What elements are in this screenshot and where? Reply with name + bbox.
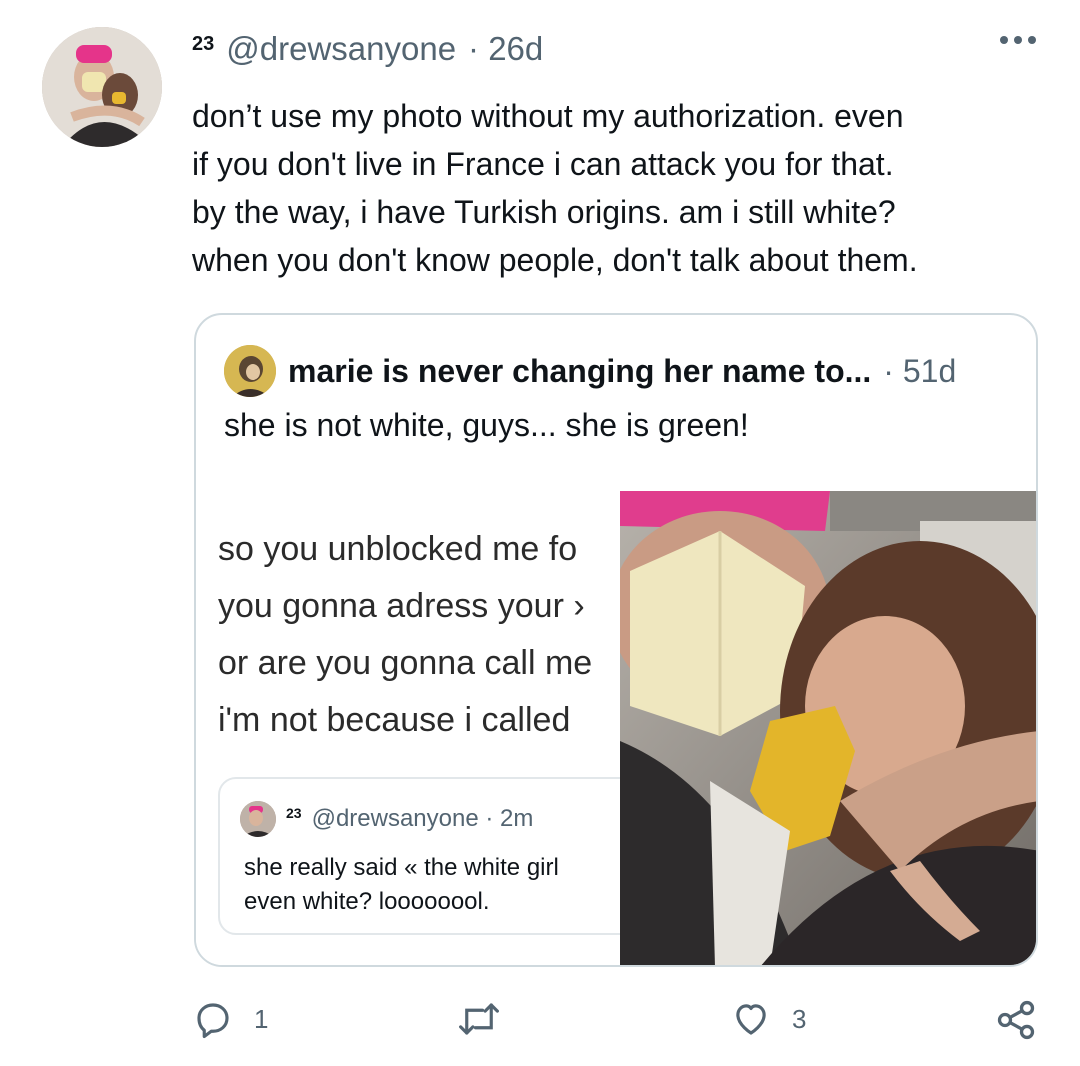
reply-button[interactable]: 1 xyxy=(192,998,268,1040)
inner-tweet-line: she really said « the white girl xyxy=(244,854,559,881)
more-dots-icon xyxy=(1000,36,1008,44)
like-button[interactable]: 3 xyxy=(730,998,806,1040)
tweet-line: when you don't know people, don't talk a… xyxy=(192,242,918,278)
reply-count: 1 xyxy=(254,1003,269,1034)
retweet-icon xyxy=(459,1003,499,1035)
author-handle[interactable]: @drewsanyone xyxy=(226,30,456,68)
quoted-author-avatar[interactable] xyxy=(224,345,276,397)
heart-icon xyxy=(736,1004,766,1035)
inner-tweet-text: she really said « the white girl even wh… xyxy=(244,851,559,919)
quoted-tweet-text: she is not white, guys... she is green! xyxy=(224,407,749,443)
quoted-tweet-header: marie is never changing her name to... ·… xyxy=(224,345,956,397)
quoted-timestamp[interactable]: · 51d xyxy=(883,353,956,390)
screenshot-line: so you unblocked me fo xyxy=(218,530,578,568)
author-badge: 23 xyxy=(192,33,215,55)
tweet-timestamp[interactable]: · 26d xyxy=(468,30,543,68)
inner-tweet-line: even white? loooooool. xyxy=(244,888,490,915)
tweet-text: don’t use my photo without my authorizat… xyxy=(192,92,1042,284)
quoted-author-name[interactable]: marie is never changing her name to... xyxy=(288,353,871,390)
retweet-button[interactable] xyxy=(456,998,522,1040)
tweet-header: 23 @drewsanyone · 26d xyxy=(192,30,543,68)
screenshot-text: so you unblocked me fo you gonna adress … xyxy=(218,521,592,749)
tweet-line: by the way, i have Turkish origins. am i… xyxy=(192,194,896,230)
share-icon xyxy=(997,1000,1035,1040)
screenshot-line: or are you gonna call me xyxy=(218,644,593,682)
more-options-button[interactable] xyxy=(1000,36,1036,44)
tweet-actions: 1 3 xyxy=(192,998,1042,1048)
photo-image xyxy=(620,491,1036,965)
reply-icon xyxy=(197,1003,229,1039)
share-button[interactable] xyxy=(994,998,1038,1042)
inner-tweet-avatar xyxy=(240,801,276,837)
quoted-tweet[interactable]: marie is never changing her name to... ·… xyxy=(194,313,1038,967)
inner-tweet-badge: 23 xyxy=(286,805,302,821)
screenshot-line: you gonna adress your › xyxy=(218,587,585,625)
quoted-tweet-media[interactable]: so you unblocked me fo you gonna adress … xyxy=(196,491,1036,965)
more-dots-icon xyxy=(1028,36,1036,44)
screenshot-line: i'm not because i called xyxy=(218,701,571,739)
tweet-line: don’t use my photo without my authorizat… xyxy=(192,98,904,134)
like-count: 3 xyxy=(792,1003,807,1034)
tweet-line: if you don't live in France i can attack… xyxy=(192,146,894,182)
inner-tweet-header: 23 @drewsanyone · 2m xyxy=(240,801,533,837)
more-dots-icon xyxy=(1014,36,1022,44)
inner-tweet-handle: @drewsanyone · 2m xyxy=(311,805,534,832)
author-avatar[interactable] xyxy=(42,27,162,147)
